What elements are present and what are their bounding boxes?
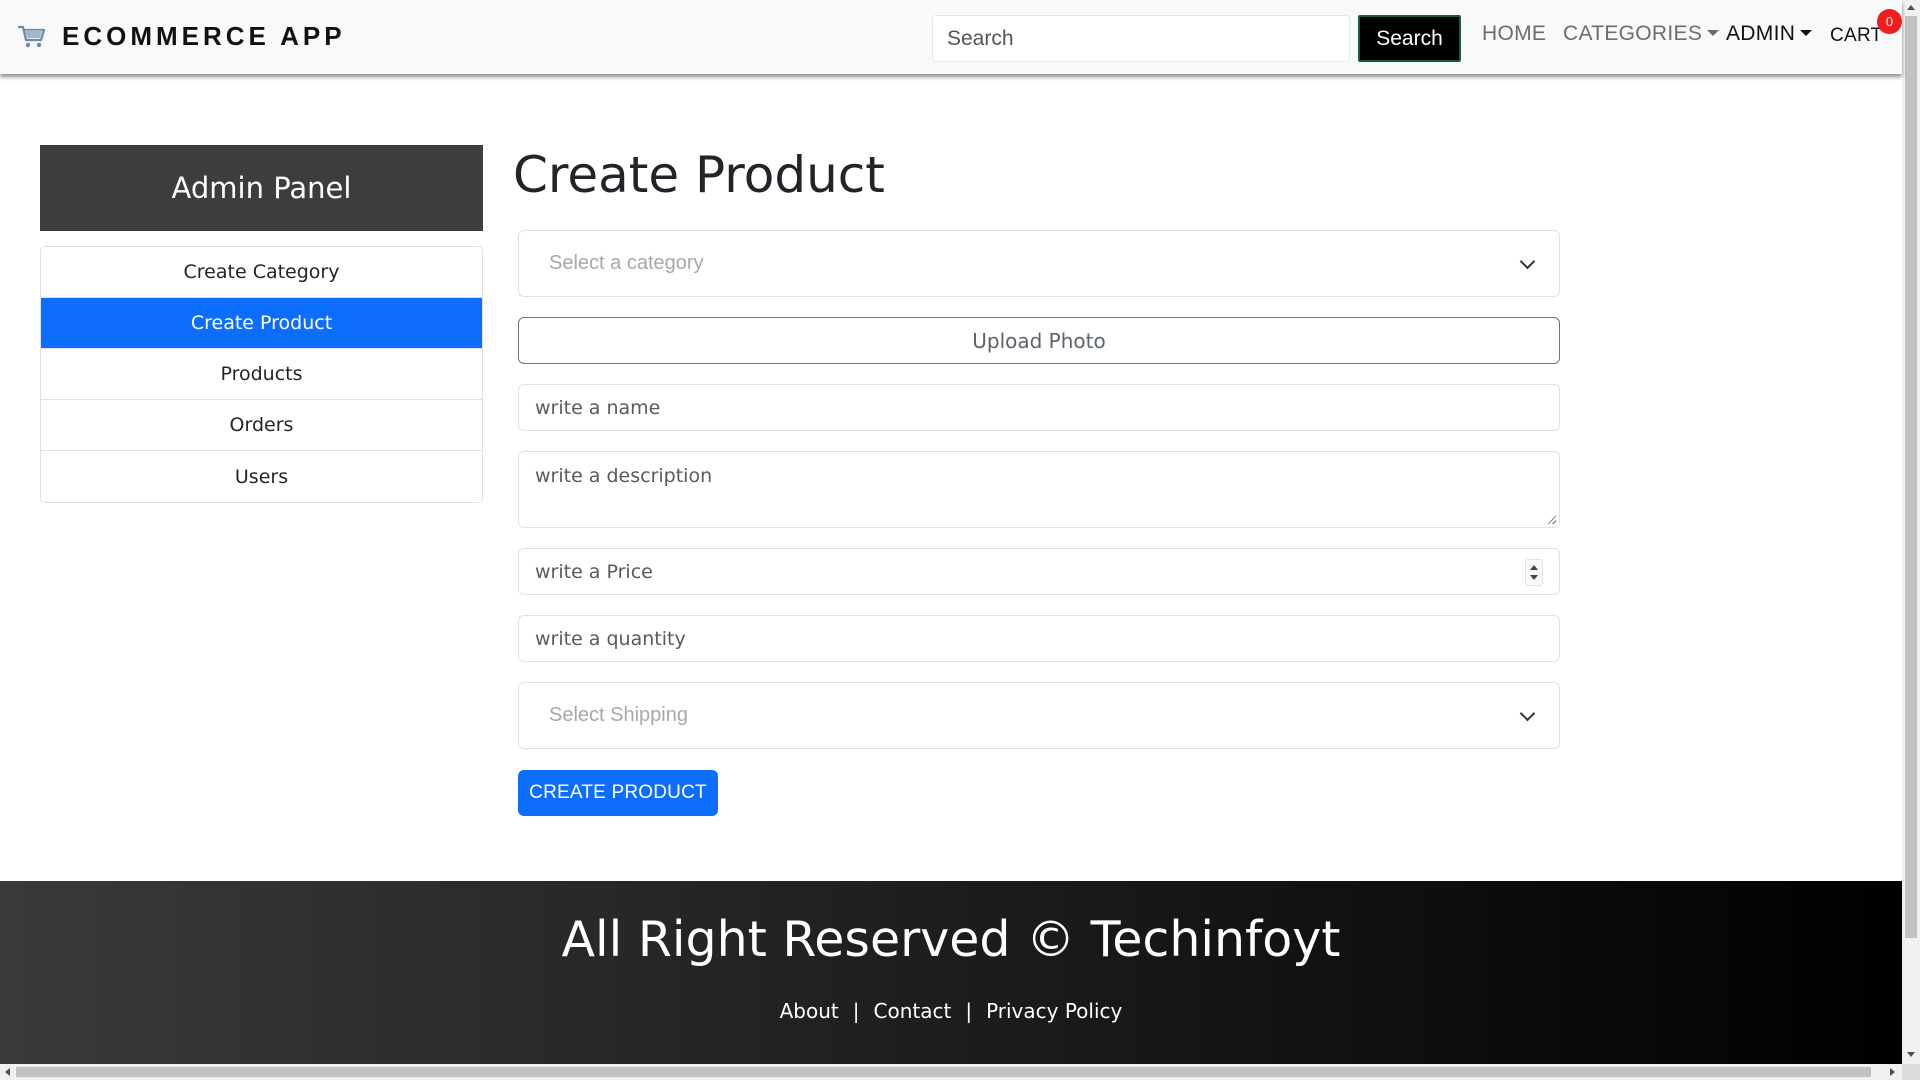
menu-item-create-category[interactable]: Create Category bbox=[41, 247, 482, 298]
name-input-placeholder: write a name bbox=[535, 396, 661, 419]
menu-item-users[interactable]: Users bbox=[41, 451, 482, 502]
chevron-down-icon bbox=[1519, 705, 1536, 721]
vertical-scrollbar-thumb[interactable] bbox=[1905, 16, 1917, 938]
nav-categories-label: CATEGORIES bbox=[1563, 22, 1703, 45]
create-product-button[interactable]: CREATE PRODUCT bbox=[518, 770, 718, 816]
brand-text: ECOMMERCE APP bbox=[62, 20, 346, 51]
price-input-placeholder: write a Price bbox=[535, 560, 653, 583]
search-input[interactable] bbox=[932, 15, 1350, 62]
quantity-input-placeholder: write a quantity bbox=[535, 627, 686, 650]
horizontal-scrollbar[interactable] bbox=[0, 1064, 1902, 1080]
nav-admin-label: ADMIN bbox=[1726, 22, 1796, 45]
caret-down-icon bbox=[1800, 30, 1813, 36]
spinner-up-icon[interactable] bbox=[1530, 565, 1538, 570]
nav-admin-dropdown[interactable]: ADMIN bbox=[1726, 22, 1813, 46]
caret-down-icon bbox=[1707, 30, 1720, 36]
search-button[interactable]: Search bbox=[1358, 15, 1461, 62]
menu-item-create-product[interactable]: Create Product bbox=[41, 298, 482, 349]
description-textarea[interactable]: write a description bbox=[518, 451, 1560, 528]
footer: All Right Reserved © Techinfoyt About | Co… bbox=[0, 881, 1902, 1064]
shipping-select[interactable]: Select Shipping bbox=[518, 682, 1560, 749]
footer-separator: | bbox=[852, 999, 860, 1023]
brand-link[interactable]: ECOMMERCE APP bbox=[16, 18, 346, 54]
resize-handle-icon[interactable] bbox=[1548, 516, 1556, 524]
menu-item-products[interactable]: Products bbox=[41, 349, 482, 400]
category-select[interactable]: Select a category bbox=[518, 230, 1560, 297]
admin-menu: Create Category Create Product Products … bbox=[40, 246, 483, 503]
quantity-input[interactable]: write a quantity bbox=[518, 615, 1560, 662]
footer-privacy-link[interactable]: Privacy Policy bbox=[986, 999, 1122, 1023]
nav-home-link[interactable]: HOME bbox=[1482, 22, 1546, 46]
description-placeholder: write a description bbox=[535, 465, 713, 487]
upload-photo-label: Upload Photo bbox=[972, 328, 1106, 353]
admin-panel-header: Admin Panel bbox=[40, 145, 483, 231]
category-select-placeholder: Select a category bbox=[549, 252, 704, 274]
nav-categories-dropdown[interactable]: CATEGORIES bbox=[1563, 22, 1720, 46]
menu-item-orders[interactable]: Orders bbox=[41, 400, 482, 451]
number-spinner[interactable] bbox=[1525, 559, 1543, 586]
shopping-cart-icon bbox=[18, 25, 46, 48]
chevron-down-icon bbox=[1519, 253, 1536, 269]
scrollbar-corner bbox=[1902, 1064, 1920, 1080]
footer-links: About | Contact | Privacy Policy bbox=[0, 999, 1902, 1023]
footer-contact-link[interactable]: Contact bbox=[874, 999, 952, 1023]
spinner-down-icon[interactable] bbox=[1530, 575, 1538, 580]
page-title: Create Product bbox=[513, 146, 885, 204]
footer-separator: | bbox=[965, 999, 973, 1023]
admin-panel-title: Admin Panel bbox=[171, 171, 352, 205]
cart-count-badge: 0 bbox=[1877, 9, 1902, 34]
vertical-scrollbar[interactable] bbox=[1902, 0, 1920, 1064]
scroll-left-arrow-icon[interactable] bbox=[5, 1068, 10, 1076]
price-input[interactable]: write a Price bbox=[518, 548, 1560, 595]
navbar: ECOMMERCE APP Search HOME CATEGORIES ADM… bbox=[0, 0, 1902, 74]
scroll-right-arrow-icon[interactable] bbox=[1890, 1068, 1895, 1076]
shipping-select-placeholder: Select Shipping bbox=[549, 704, 688, 726]
horizontal-scrollbar-thumb[interactable] bbox=[16, 1067, 1871, 1077]
footer-about-link[interactable]: About bbox=[780, 999, 839, 1023]
scroll-up-arrow-icon[interactable] bbox=[1907, 5, 1915, 10]
name-input[interactable]: write a name bbox=[518, 384, 1560, 431]
scroll-down-arrow-icon[interactable] bbox=[1907, 1052, 1915, 1057]
nav-cart-link[interactable]: CART bbox=[1830, 25, 1883, 47]
footer-copyright: All Right Reserved © Techinfoyt bbox=[561, 911, 1341, 968]
upload-photo-button[interactable]: Upload Photo bbox=[518, 317, 1560, 364]
